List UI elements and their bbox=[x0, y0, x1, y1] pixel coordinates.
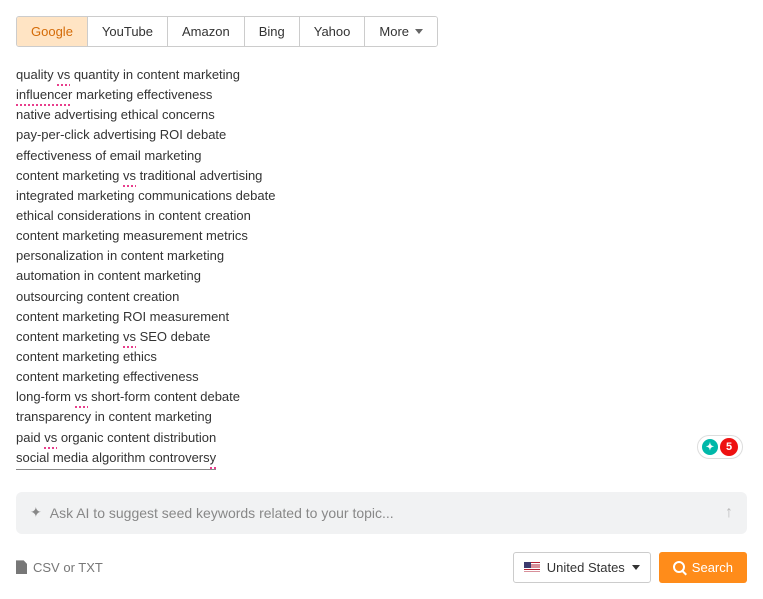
list-item: native advertising ethical concerns bbox=[16, 105, 747, 125]
list-item: content marketing vs SEO debate bbox=[16, 327, 747, 347]
list-item: content marketing ROI measurement bbox=[16, 307, 747, 327]
search-engine-tabs: Google YouTube Amazon Bing Yahoo More bbox=[16, 16, 438, 47]
tab-youtube[interactable]: YouTube bbox=[88, 17, 168, 46]
list-item: outsourcing content creation bbox=[16, 287, 747, 307]
country-label: United States bbox=[547, 560, 625, 575]
list-item: content marketing effectiveness bbox=[16, 367, 747, 387]
country-select[interactable]: United States bbox=[513, 552, 651, 583]
tab-amazon[interactable]: Amazon bbox=[168, 17, 245, 46]
list-item: automation in content marketing bbox=[16, 266, 747, 286]
list-item: personalization in content marketing bbox=[16, 246, 747, 266]
right-controls: United States Search bbox=[513, 552, 747, 583]
tab-yahoo[interactable]: Yahoo bbox=[300, 17, 366, 46]
list-item: content marketing measurement metrics bbox=[16, 226, 747, 246]
list-item: ethical considerations in content creati… bbox=[16, 206, 747, 226]
list-item: integrated marketing communications deba… bbox=[16, 186, 747, 206]
list-item: quality vs quantity in content marketing bbox=[16, 65, 747, 85]
search-icon bbox=[673, 561, 685, 573]
tab-more[interactable]: More bbox=[365, 17, 437, 46]
list-item: paid vs organic content distribution bbox=[16, 428, 747, 448]
ai-input[interactable]: Ask AI to suggest seed keywords related … bbox=[50, 505, 717, 521]
list-item: effectiveness of email marketing bbox=[16, 146, 747, 166]
search-label: Search bbox=[692, 560, 733, 575]
list-item: transparency in content marketing bbox=[16, 407, 747, 427]
list-item: pay-per-click advertising ROI debate bbox=[16, 125, 747, 145]
import-csv-link[interactable]: CSV or TXT bbox=[16, 560, 103, 575]
chevron-down-icon bbox=[415, 29, 423, 34]
badge-teal-icon: ✦ bbox=[702, 439, 718, 455]
search-button[interactable]: Search bbox=[659, 552, 747, 583]
ai-suggest-row: ✦ Ask AI to suggest seed keywords relate… bbox=[16, 492, 747, 534]
chevron-down-icon bbox=[632, 565, 640, 570]
csv-label: CSV or TXT bbox=[33, 560, 103, 575]
badge-count: 5 bbox=[720, 438, 738, 456]
file-icon bbox=[16, 560, 27, 574]
tab-more-label: More bbox=[379, 24, 409, 39]
list-item: content marketing ethics bbox=[16, 347, 747, 367]
sparkle-icon: ✦ bbox=[30, 504, 42, 521]
list-item: social media algorithm controversy bbox=[16, 448, 747, 470]
tab-bing[interactable]: Bing bbox=[245, 17, 300, 46]
list-item: influencer marketing effectiveness bbox=[16, 85, 747, 105]
floating-badge-pill[interactable]: ✦ 5 bbox=[697, 435, 743, 459]
submit-arrow-icon[interactable]: ↑ bbox=[725, 504, 733, 522]
us-flag-icon bbox=[524, 562, 540, 573]
tab-google[interactable]: Google bbox=[17, 17, 88, 46]
list-item: long-form vs short-form content debate bbox=[16, 387, 747, 407]
keyword-list[interactable]: quality vs quantity in content marketing… bbox=[16, 65, 747, 470]
bottom-toolbar: CSV or TXT United States Search bbox=[16, 552, 747, 583]
list-item: content marketing vs traditional adverti… bbox=[16, 166, 747, 186]
